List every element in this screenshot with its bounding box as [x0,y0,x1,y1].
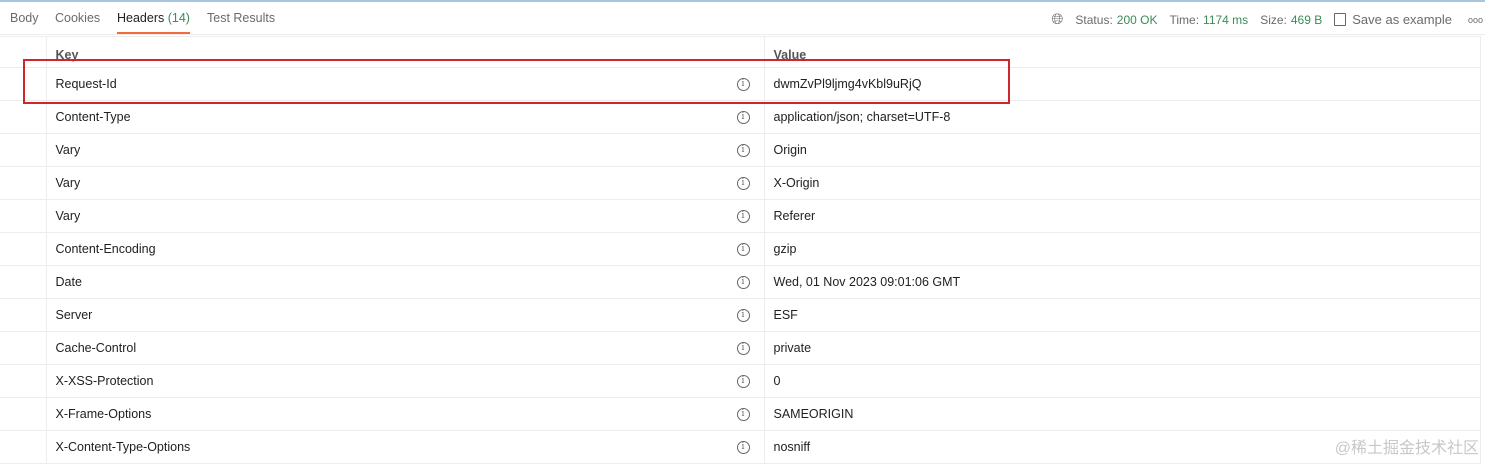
tab-headers[interactable]: Headers (14) [117,11,190,34]
header-key-cell: Vary i [45,133,765,167]
header-value: Referer [763,199,1481,233]
time-label: Time: [1169,12,1200,27]
table-row: X-Content-Type-Options i nosniff [0,430,1481,464]
header-key: Cache-Control [55,341,137,355]
time-value[interactable]: 1174 ms [1203,13,1248,27]
info-icon[interactable]: i [736,111,750,124]
row-spacer [0,364,47,398]
row-spacer [0,331,47,365]
info-icon[interactable]: i [736,342,750,355]
header-value: Origin [763,133,1481,167]
table-row: Date i Wed, 01 Nov 2023 09:01:06 GMT [0,265,1481,299]
header-value: gzip [763,232,1481,266]
row-spacer [0,199,47,233]
info-icon[interactable]: i [736,441,750,454]
header-key: X-Frame-Options [55,407,152,421]
header-value: SAMEORIGIN [763,397,1481,431]
header-key: X-Content-Type-Options [55,440,191,454]
status-value: 200 OK [1116,12,1158,27]
row-spacer [0,232,47,266]
header-value: ESF [763,298,1481,332]
header-key: Date [55,275,82,289]
header-key-cell: Vary i [45,199,765,233]
info-icon[interactable]: i [736,375,750,388]
header-value: X-Origin [763,166,1481,200]
info-icon[interactable]: i [736,408,750,421]
header-key-cell: Date i [45,265,765,299]
header-key-cell: X-Frame-Options i [45,397,765,431]
watermark: @稀土掘金技术社区 [1334,440,1479,457]
response-meta: 🌐︎ Status: 200 OK Time: 1174 ms Size: 46… [1051,11,1485,28]
save-as-example-button[interactable]: Save as example [1334,12,1456,27]
header-key: Vary [55,209,81,223]
header-key-cell: X-Content-Type-Options i [45,430,765,464]
tab-headers-label: Headers [117,11,165,25]
save-as-example-label: Save as example [1352,12,1452,27]
header-key: Content-Encoding [55,242,156,256]
table-row: Content-Encoding i gzip [0,232,1481,266]
tab-cookies[interactable]: Cookies [55,11,100,25]
header-key-cell: Content-Encoding i [45,232,765,266]
table-row: Vary i Origin [0,133,1481,167]
info-icon[interactable]: i [736,177,750,190]
header-key-cell: X-XSS-Protection i [45,364,765,398]
table-row: Vary i Referer [0,199,1481,233]
header-key-cell: Cache-Control i [45,331,765,365]
row-spacer [0,397,47,431]
header-value: 0 [763,364,1481,398]
header-value: private [763,331,1481,365]
header-key: Server [55,308,93,322]
tab-headers-count: (14) [167,11,190,25]
info-icon[interactable]: i [736,276,750,289]
highlight-box [23,59,1010,104]
table-row: Cache-Control i private [0,331,1481,365]
info-icon[interactable]: i [736,210,750,223]
header-key: X-XSS-Protection [55,374,154,388]
info-icon[interactable]: i [736,144,750,157]
header-key: Content-Type [55,110,131,124]
row-spacer [0,298,47,332]
row-spacer [0,265,47,299]
header-key-cell: Server i [45,298,765,332]
tab-body[interactable]: Body [10,11,39,25]
header-key: Vary [55,176,81,190]
tab-test-results[interactable]: Test Results [207,11,275,25]
header-value: application/json; charset=UTF-8 [763,100,1481,134]
row-spacer [0,100,47,134]
header-key: Vary [55,143,81,157]
size-label: Size: [1260,12,1287,27]
globe-icon[interactable]: 🌐︎ [1051,11,1063,28]
status-label: Status: [1075,12,1113,27]
more-options-icon[interactable]: ooo [1468,15,1483,25]
response-tabs: Body Cookies Headers (14) Test Results 🌐… [0,2,1485,35]
header-key-cell: Content-Type i [45,100,765,134]
table-row: X-XSS-Protection i 0 [0,364,1481,398]
table-row: Content-Type i application/json; charset=U… [0,100,1481,134]
size-value[interactable]: 469 B [1291,13,1322,27]
table-row: Vary i X-Origin [0,166,1481,200]
info-icon[interactable]: i [736,243,750,256]
table-row: Server i ESF [0,298,1481,332]
info-icon[interactable]: i [736,309,750,322]
header-value: Wed, 01 Nov 2023 09:01:06 GMT [763,265,1481,299]
save-icon [1334,13,1347,26]
header-key-cell: Vary i [45,166,765,200]
row-spacer [0,133,47,167]
table-row: X-Frame-Options i SAMEORIGIN [0,397,1481,431]
row-spacer [0,430,47,464]
row-spacer [0,166,47,200]
